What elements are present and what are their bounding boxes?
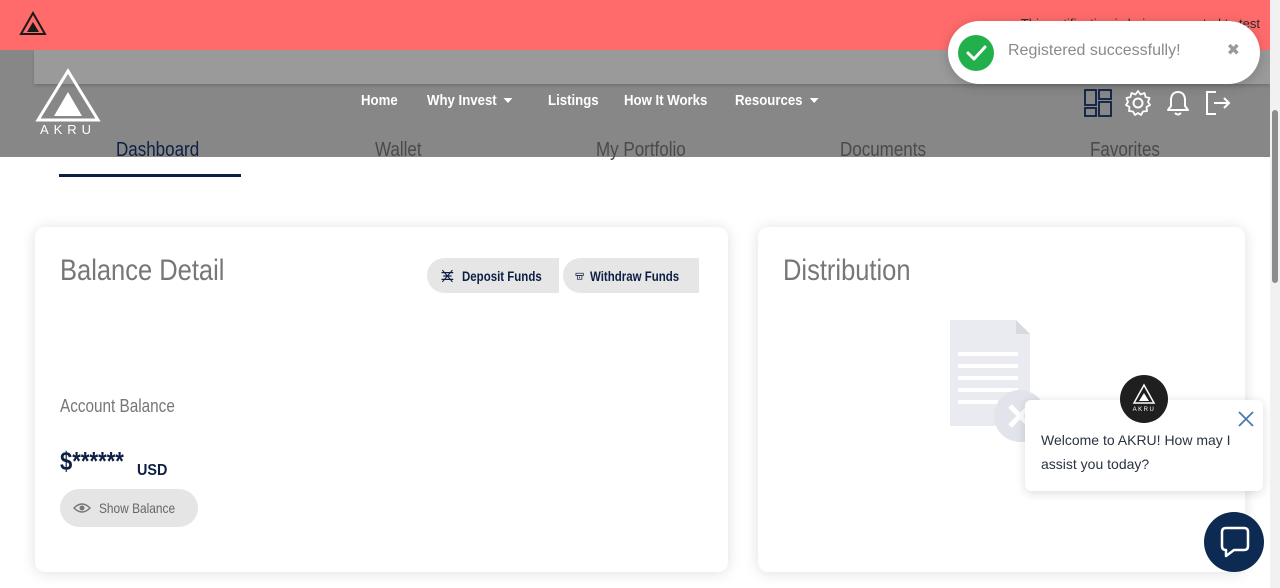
notification-bell-icon[interactable] (1164, 89, 1192, 117)
logout-icon[interactable] (1204, 89, 1232, 117)
akru-logo[interactable]: AKRU (34, 68, 102, 138)
nav-how-it-works[interactable]: How It Works (624, 92, 722, 109)
toast-close-button[interactable]: ✖ (1227, 40, 1240, 60)
akru-logo-small (19, 10, 47, 35)
chat-welcome-message: Welcome to AKRU! How may I assist you to… (1041, 432, 1231, 472)
tab-favorites[interactable]: Favorites (1090, 139, 1160, 162)
chat-icon (1220, 526, 1250, 558)
chat-launcher-button[interactable] (1204, 512, 1264, 572)
active-tab-indicator (59, 174, 241, 177)
page-scrollbar-thumb[interactable] (1272, 110, 1278, 283)
distribution-title: Distribution (783, 254, 911, 287)
tab-dashboard[interactable]: Dashboard (116, 139, 199, 162)
main-nav: Home Why Invest Listings How It Works Re… (361, 92, 830, 109)
chevron-down-icon (809, 98, 819, 103)
deposit-funds-label: Deposit Funds (461, 267, 542, 284)
tab-documents[interactable]: Documents (840, 139, 926, 162)
chevron-down-icon (503, 98, 513, 103)
chat-avatar: AKRU (1120, 375, 1168, 423)
nav-home[interactable]: Home (361, 92, 419, 109)
settings-gear-icon[interactable] (1124, 89, 1152, 117)
balance-detail-title: Balance Detail (60, 254, 225, 287)
eye-icon (73, 503, 91, 513)
show-balance-button[interactable]: Show Balance (60, 489, 198, 527)
nav-why-invest[interactable]: Why Invest (427, 92, 533, 109)
withdraw-funds-button[interactable]: Withdraw Funds (563, 258, 699, 293)
success-toast: Registered successfully! ✖ (948, 21, 1260, 84)
nav-resources[interactable]: Resources (735, 92, 819, 109)
svg-text:AKRU: AKRU (40, 122, 96, 137)
toast-message: Registered successfully! (1008, 42, 1181, 59)
show-balance-label: Show Balance (99, 500, 176, 516)
nav-listings[interactable]: Listings (548, 92, 615, 109)
withdraw-funds-label: Withdraw Funds (590, 267, 680, 284)
dashboard-grid-icon[interactable] (1084, 89, 1112, 117)
account-balance-currency: USD (137, 462, 168, 479)
tab-wallet[interactable]: Wallet (375, 139, 422, 162)
deposit-icon (441, 269, 454, 282)
page-scrollbar-track (1270, 0, 1280, 588)
account-balance-amount: $****** (60, 446, 124, 476)
close-icon[interactable] (1236, 409, 1256, 429)
akru-avatar-logo: AKRU (1133, 383, 1156, 413)
account-balance-label: Account Balance (60, 396, 175, 416)
tab-my-portfolio[interactable]: My Portfolio (596, 139, 686, 162)
svg-text:AKRU: AKRU (1133, 407, 1156, 413)
check-circle-icon (958, 35, 994, 71)
deposit-funds-button[interactable]: Deposit Funds (427, 258, 559, 293)
withdraw-icon (575, 272, 584, 280)
